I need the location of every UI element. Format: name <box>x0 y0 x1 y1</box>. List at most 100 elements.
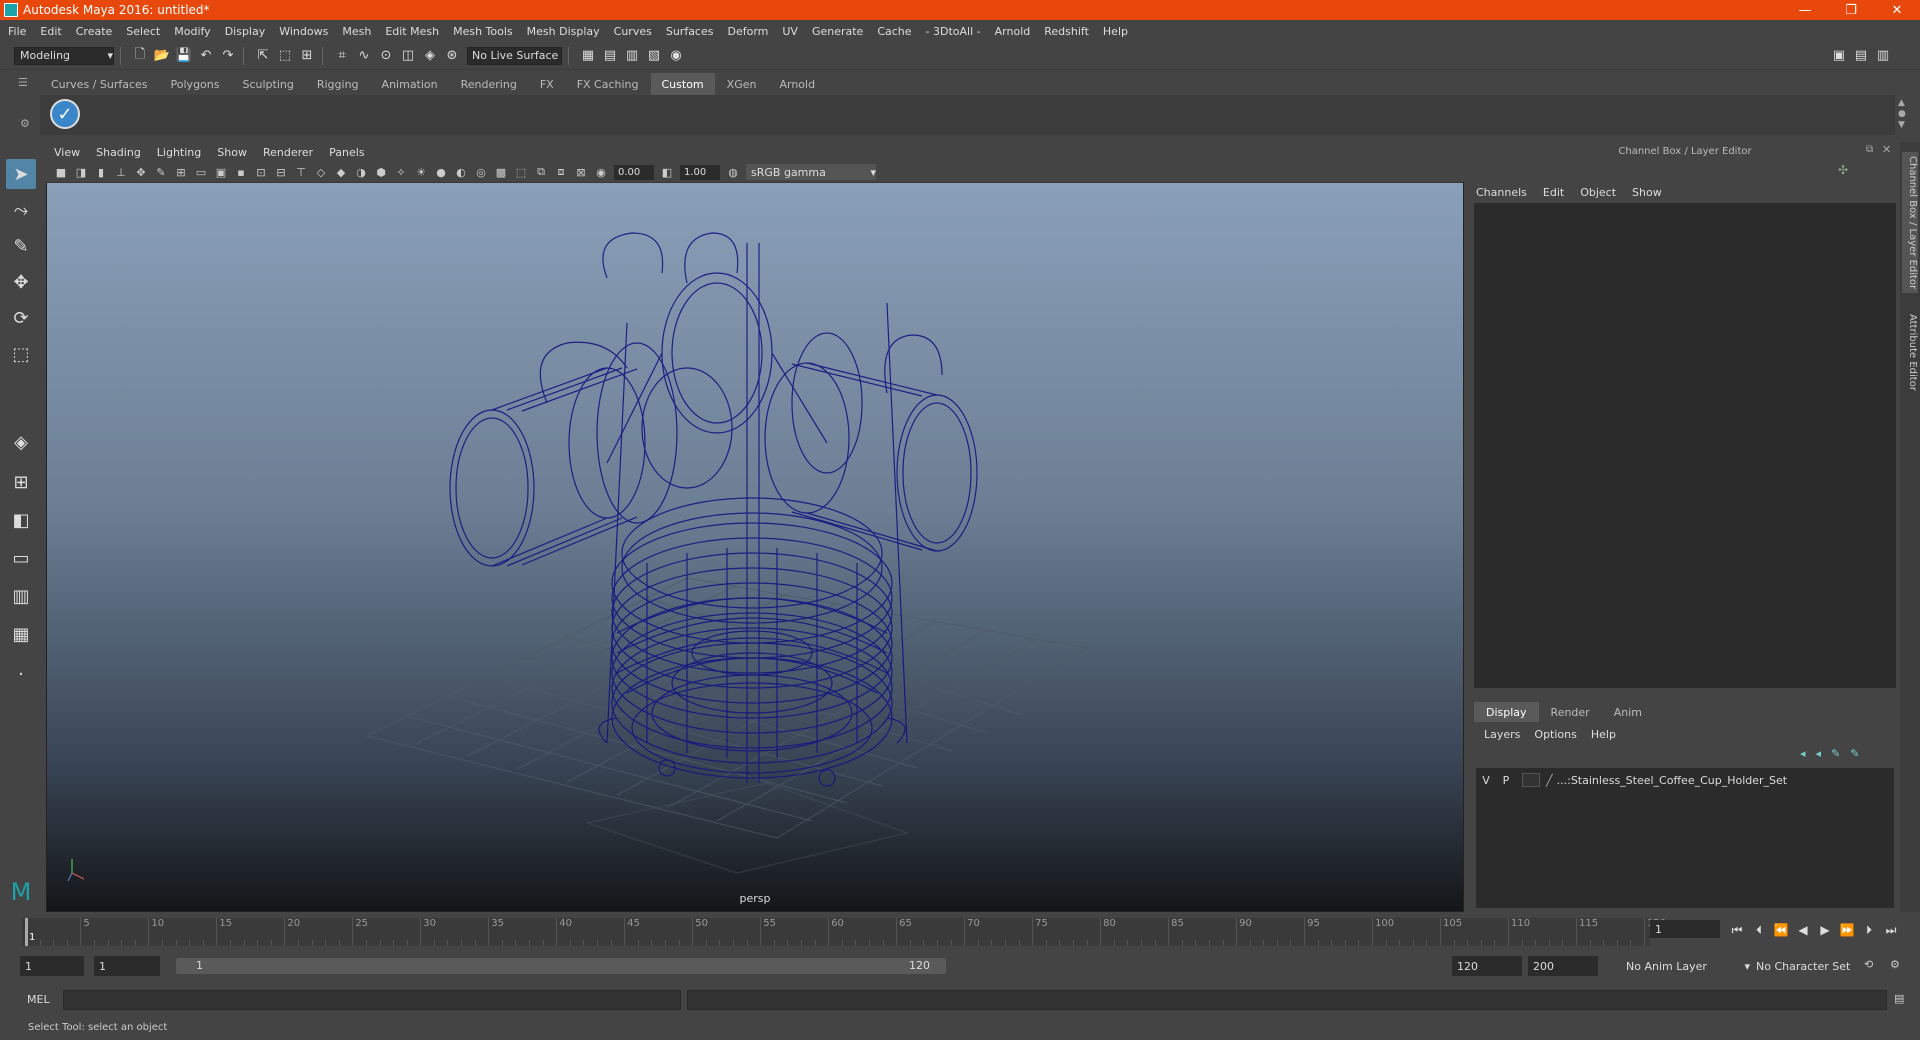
select-tool-icon[interactable]: ➤ <box>6 159 36 189</box>
safe-title-icon[interactable]: ⊤ <box>294 165 308 179</box>
perspective-viewport[interactable]: persp <box>47 183 1463 911</box>
make-live-icon[interactable]: ⊛ <box>443 47 461 65</box>
time-slider[interactable]: 1 5 10 15 20 25 30 35 40 45 50 55 60 65 70 75 80 85 90 95 10… <box>22 918 1666 946</box>
layer-color-swatch[interactable] <box>1522 773 1540 787</box>
layer-menu-layers[interactable]: Layers <box>1484 728 1520 741</box>
side-tab-attribute-editor[interactable]: Attribute Editor <box>1902 310 1918 395</box>
side-tab-channel-box[interactable]: Channel Box / Layer Editor <box>1902 152 1918 294</box>
four-view-layout-icon[interactable]: ⊞ <box>6 467 36 497</box>
shelf-tab-custom[interactable]: Custom <box>650 73 715 95</box>
create-empty-layer-icon[interactable]: ✎ <box>1831 747 1840 760</box>
playback-start-field[interactable]: 1 <box>94 956 160 976</box>
maximize-button[interactable]: ❐ <box>1828 0 1874 20</box>
persp-hypershade-layout-icon[interactable]: ▥ <box>6 581 36 611</box>
shelf-tab-arnold[interactable]: Arnold <box>768 73 827 95</box>
cb-menu-show[interactable]: Show <box>1632 186 1662 199</box>
menu-mesh[interactable]: Mesh <box>342 25 371 38</box>
xray-active-icon[interactable]: ⊠ <box>574 165 588 179</box>
auto-key-icon[interactable]: ⟲ <box>1864 958 1873 971</box>
menu-curves[interactable]: Curves <box>614 25 652 38</box>
cb-menu-object[interactable]: Object <box>1580 186 1616 199</box>
move-layer-down-icon[interactable]: ◂ <box>1816 747 1822 760</box>
layer-menu-help[interactable]: Help <box>1591 728 1616 741</box>
open-scene-icon[interactable]: 📂 <box>153 47 171 65</box>
close-button[interactable]: ✕ <box>1874 0 1920 20</box>
paint-select-icon[interactable]: ✎ <box>6 231 36 261</box>
vp-menu-show[interactable]: Show <box>217 146 247 159</box>
menu-select[interactable]: Select <box>126 25 160 38</box>
menu-windows[interactable]: Windows <box>279 25 328 38</box>
mode-selector[interactable]: Modeling ▾ <box>14 46 114 65</box>
menu-uv[interactable]: UV <box>782 25 798 38</box>
menu-edit[interactable]: Edit <box>40 25 61 38</box>
safe-action-icon[interactable]: ⊟ <box>274 165 288 179</box>
go-to-start-icon[interactable]: ⏮ <box>1726 923 1748 938</box>
layer-menu-options[interactable]: Options <box>1534 728 1576 741</box>
menu-surfaces[interactable]: Surfaces <box>666 25 714 38</box>
gate-mask-icon[interactable]: ▪ <box>234 165 248 179</box>
shelf-tab-sculpting[interactable]: Sculpting <box>231 73 305 95</box>
create-layer-from-selected-icon[interactable]: ✎ <box>1850 747 1859 760</box>
attribute-editor-icon[interactable]: ▤ <box>1852 46 1870 64</box>
vp-menu-panels[interactable]: Panels <box>329 146 364 159</box>
shelf-tab-rendering[interactable]: Rendering <box>449 73 528 95</box>
current-frame-field[interactable]: 1 <box>1650 920 1720 938</box>
modeling-toolkit-icon[interactable]: ▣ <box>1830 46 1848 64</box>
camera-attributes-icon[interactable]: ◨ <box>74 165 88 179</box>
vp-menu-shading[interactable]: Shading <box>96 146 141 159</box>
menu-modify[interactable]: Modify <box>174 25 210 38</box>
layer-tab-render[interactable]: Render <box>1539 702 1602 722</box>
shelf-tab-fx[interactable]: FX <box>528 73 565 95</box>
live-surface-field[interactable]: No Live Surface <box>467 46 562 65</box>
shelf-tab-animation[interactable]: Animation <box>370 73 449 95</box>
layer-visibility-toggle[interactable]: V <box>1476 774 1496 787</box>
shelf-tab-fx-caching[interactable]: FX Caching <box>565 73 650 95</box>
vp-menu-view[interactable]: View <box>54 146 80 159</box>
current-time-marker[interactable] <box>25 918 28 946</box>
shelf-tab-polygons[interactable]: Polygons <box>159 73 231 95</box>
lasso-tool-icon[interactable]: ⤳ <box>6 195 36 225</box>
gamma-field[interactable]: 1.00 <box>680 164 720 180</box>
persp-uv-layout-icon[interactable]: ▦ <box>6 619 36 649</box>
menu-file[interactable]: File <box>8 25 26 38</box>
layer-playback-toggle[interactable]: P <box>1496 774 1516 787</box>
play-forwards-icon[interactable]: ▶ <box>1814 923 1836 937</box>
grid-icon[interactable]: ⊞ <box>174 165 188 179</box>
range-slider[interactable]: 1 120 <box>176 958 946 974</box>
single-perspective-layout-icon[interactable]: ◈ <box>6 427 36 457</box>
image-plane-icon[interactable]: ⊥ <box>114 165 128 179</box>
resolution-gate-icon[interactable]: ▣ <box>214 165 228 179</box>
menu-arnold[interactable]: Arnold <box>995 25 1031 38</box>
menu-mesh-display[interactable]: Mesh Display <box>527 25 600 38</box>
menu-generate[interactable]: Generate <box>812 25 863 38</box>
shadows-icon[interactable]: ● <box>434 165 448 179</box>
grease-pencil-icon[interactable]: ✎ <box>154 165 168 179</box>
go-to-end-icon[interactable]: ⏭ <box>1880 923 1902 938</box>
persp-outliner-layout-icon[interactable]: ◧ <box>6 505 36 535</box>
step-back-key-icon[interactable]: ⏪ <box>1770 923 1792 937</box>
menu-deform[interactable]: Deform <box>727 25 768 38</box>
channel-box-body[interactable] <box>1474 203 1896 688</box>
layer-name[interactable]: ...:Stainless_Steel_Coffee_Cup_Holder_Se… <box>1557 774 1787 787</box>
persp-graph-layout-icon[interactable]: ▭ <box>6 543 36 573</box>
menu-redshift[interactable]: Redshift <box>1044 25 1089 38</box>
playback-end-field[interactable]: 120 <box>1452 956 1522 976</box>
character-set-dropdown[interactable]: No Character Set <box>1750 956 1860 976</box>
minimize-button[interactable]: — <box>1782 0 1828 20</box>
exposure-icon[interactable]: ◉ <box>594 165 608 179</box>
close-panel-icon[interactable]: ✕ <box>1882 143 1891 156</box>
vp-menu-lighting[interactable]: Lighting <box>157 146 201 159</box>
step-forward-key-icon[interactable]: ⏩ <box>1836 923 1858 937</box>
wireframe-icon[interactable]: ◇ <box>314 165 328 179</box>
ambient-occlusion-icon[interactable]: ◐ <box>454 165 468 179</box>
ipr-render-icon[interactable]: ▧ <box>645 47 663 65</box>
channel-box-icon[interactable]: ▥ <box>1874 46 1892 64</box>
shelf-scroll-icon[interactable]: ▲ ● ▼ <box>1898 98 1906 131</box>
select-component-icon[interactable]: ⊞ <box>298 47 316 65</box>
cb-menu-channels[interactable]: Channels <box>1476 186 1527 199</box>
anti-aliasing-icon[interactable]: ▩ <box>494 165 508 179</box>
select-hierarchy-icon[interactable]: ⇱ <box>254 47 272 65</box>
motion-blur-icon[interactable]: ◎ <box>474 165 488 179</box>
use-all-lights-icon[interactable]: ☀ <box>414 165 428 179</box>
xray-icon[interactable]: ⧉ <box>534 165 548 179</box>
